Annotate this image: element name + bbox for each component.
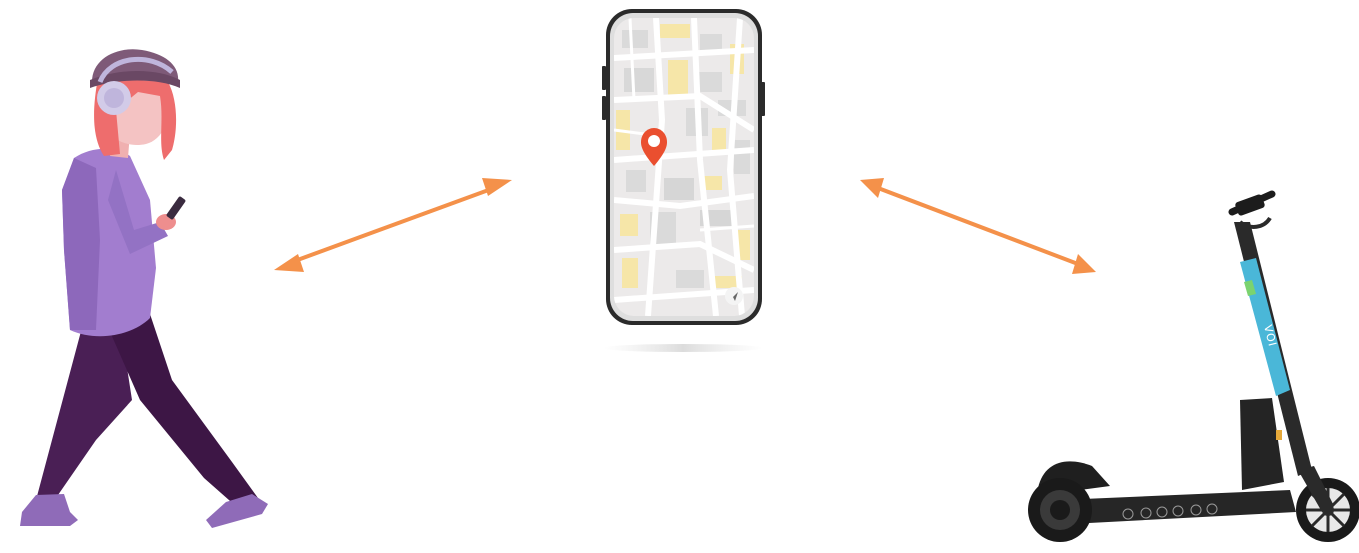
navigation-arrow-icon	[725, 287, 743, 305]
diagram-canvas: VOI	[20, 9, 1359, 542]
map-screen	[614, 18, 754, 316]
smartphone-map-icon	[602, 9, 765, 352]
bidirectional-arrow-phone-scooter	[860, 178, 1096, 274]
walking-person-icon	[20, 49, 268, 528]
electric-scooter-icon: VOI	[1028, 190, 1359, 542]
bidirectional-arrow-person-phone	[274, 178, 512, 272]
